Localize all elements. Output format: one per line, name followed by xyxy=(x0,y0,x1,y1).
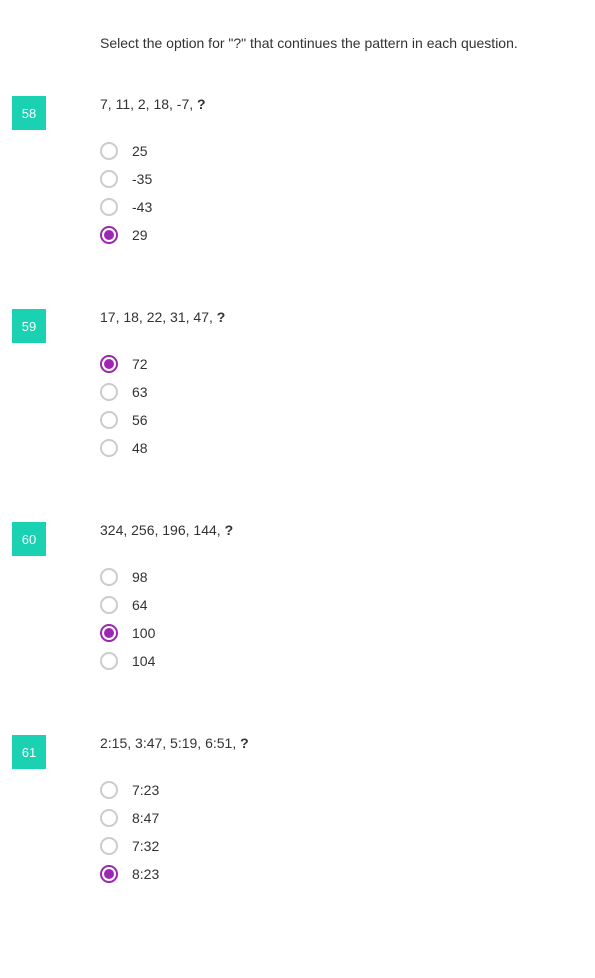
question-content: 17, 18, 22, 31, 47, ? 72 63 56 48 xyxy=(100,309,595,467)
question-block: 61 2:15, 3:47, 5:19, 6:51, ? 7:23 8:47 7:32 8… xyxy=(0,735,595,893)
option-label: 100 xyxy=(132,625,155,641)
radio-inner-dot xyxy=(104,869,114,879)
question-number-badge: 58 xyxy=(12,96,46,130)
radio-button[interactable] xyxy=(100,198,118,216)
radio-button[interactable] xyxy=(100,781,118,799)
question-prompt-prefix: 17, 18, 22, 31, 47, xyxy=(100,309,217,325)
radio-button[interactable] xyxy=(100,226,118,244)
question-prompt-prefix: 324, 256, 196, 144, xyxy=(100,522,225,538)
option-row[interactable]: 64 xyxy=(100,596,595,614)
question-number-badge: 60 xyxy=(12,522,46,556)
question-block: 60 324, 256, 196, 144, ? 98 64 100 104 xyxy=(0,522,595,680)
question-prompt-prefix: 7, 11, 2, 18, -7, xyxy=(100,96,197,112)
radio-button[interactable] xyxy=(100,865,118,883)
question-prompt: 7, 11, 2, 18, -7, ? xyxy=(100,96,595,112)
question-prompt-mark: ? xyxy=(217,309,226,325)
question-prompt-mark: ? xyxy=(225,522,234,538)
option-label: 29 xyxy=(132,227,148,243)
option-row[interactable]: 72 xyxy=(100,355,595,373)
question-prompt: 2:15, 3:47, 5:19, 6:51, ? xyxy=(100,735,595,751)
radio-button[interactable] xyxy=(100,809,118,827)
option-label: -35 xyxy=(132,171,152,187)
option-row[interactable]: 104 xyxy=(100,652,595,670)
radio-button[interactable] xyxy=(100,837,118,855)
option-label: 8:47 xyxy=(132,810,159,826)
option-row[interactable]: -35 xyxy=(100,170,595,188)
question-prompt-prefix: 2:15, 3:47, 5:19, 6:51, xyxy=(100,735,240,751)
radio-inner-dot xyxy=(104,230,114,240)
question-number-badge: 59 xyxy=(12,309,46,343)
radio-button[interactable] xyxy=(100,596,118,614)
question-prompt: 324, 256, 196, 144, ? xyxy=(100,522,595,538)
option-row[interactable]: -43 xyxy=(100,198,595,216)
radio-button[interactable] xyxy=(100,383,118,401)
option-label: -43 xyxy=(132,199,152,215)
question-content: 7, 11, 2, 18, -7, ? 25 -35 -43 29 xyxy=(100,96,595,254)
option-row[interactable]: 25 xyxy=(100,142,595,160)
radio-button[interactable] xyxy=(100,439,118,457)
option-row[interactable]: 7:32 xyxy=(100,837,595,855)
question-prompt-mark: ? xyxy=(197,96,206,112)
option-label: 104 xyxy=(132,653,155,669)
option-row[interactable]: 63 xyxy=(100,383,595,401)
option-label: 7:23 xyxy=(132,782,159,798)
option-row[interactable]: 100 xyxy=(100,624,595,642)
option-label: 98 xyxy=(132,569,148,585)
option-label: 56 xyxy=(132,412,148,428)
question-content: 324, 256, 196, 144, ? 98 64 100 104 xyxy=(100,522,595,680)
radio-button[interactable] xyxy=(100,142,118,160)
option-label: 48 xyxy=(132,440,148,456)
option-row[interactable]: 8:47 xyxy=(100,809,595,827)
question-prompt-mark: ? xyxy=(240,735,249,751)
option-label: 64 xyxy=(132,597,148,613)
option-label: 7:32 xyxy=(132,838,159,854)
radio-button[interactable] xyxy=(100,568,118,586)
radio-button[interactable] xyxy=(100,411,118,429)
option-row[interactable]: 29 xyxy=(100,226,595,244)
question-block: 58 7, 11, 2, 18, -7, ? 25 -35 -43 29 xyxy=(0,96,595,254)
question-block: 59 17, 18, 22, 31, 47, ? 72 63 56 48 xyxy=(0,309,595,467)
option-row[interactable]: 7:23 xyxy=(100,781,595,799)
instructions-text: Select the option for "?" that continues… xyxy=(100,35,595,51)
option-row[interactable]: 48 xyxy=(100,439,595,457)
option-row[interactable]: 56 xyxy=(100,411,595,429)
option-label: 63 xyxy=(132,384,148,400)
radio-button[interactable] xyxy=(100,170,118,188)
option-label: 8:23 xyxy=(132,866,159,882)
questions-container: 58 7, 11, 2, 18, -7, ? 25 -35 -43 29 59 17, 18,… xyxy=(0,96,595,893)
radio-inner-dot xyxy=(104,359,114,369)
option-row[interactable]: 98 xyxy=(100,568,595,586)
radio-button[interactable] xyxy=(100,624,118,642)
radio-inner-dot xyxy=(104,628,114,638)
question-content: 2:15, 3:47, 5:19, 6:51, ? 7:23 8:47 7:32 8:2… xyxy=(100,735,595,893)
question-prompt: 17, 18, 22, 31, 47, ? xyxy=(100,309,595,325)
option-label: 72 xyxy=(132,356,148,372)
option-row[interactable]: 8:23 xyxy=(100,865,595,883)
question-number-badge: 61 xyxy=(12,735,46,769)
option-label: 25 xyxy=(132,143,148,159)
radio-button[interactable] xyxy=(100,652,118,670)
radio-button[interactable] xyxy=(100,355,118,373)
